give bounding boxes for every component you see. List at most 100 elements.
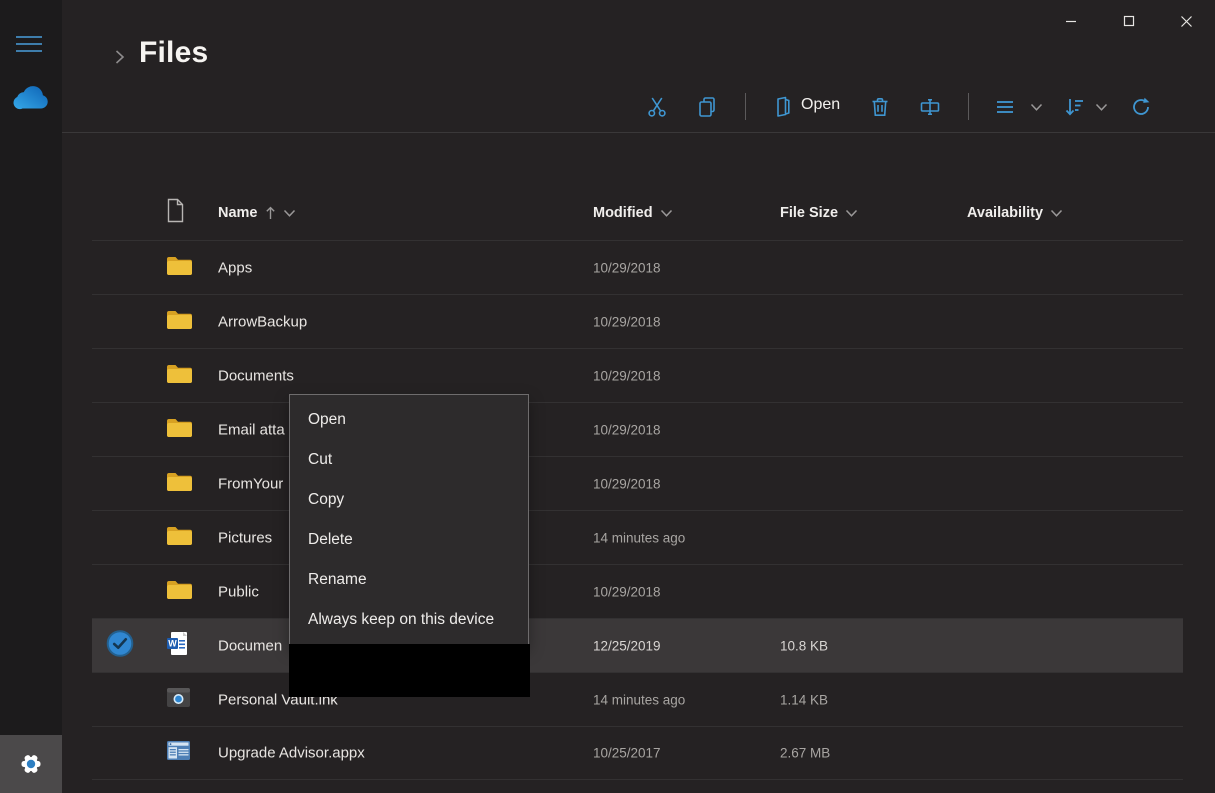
sidebar	[0, 0, 62, 793]
table-row[interactable]: Pictures 14 minutes ago	[92, 510, 1183, 564]
folder-icon	[167, 256, 192, 275]
table-row[interactable]: Email atta 10/29/2018	[92, 402, 1183, 456]
menu-item-cut[interactable]: Cut	[290, 440, 528, 480]
file-size: 1.14 KB	[780, 692, 829, 707]
file-modified: 14 minutes ago	[593, 692, 686, 707]
file-modified: 14 minutes ago	[593, 530, 686, 545]
view-options-chevron-icon[interactable]	[1023, 94, 1049, 120]
folder-icon	[167, 364, 192, 383]
view-options-button[interactable]	[992, 94, 1018, 120]
file-name: Pictures	[218, 529, 273, 546]
file-name: Upgrade Advisor.appx	[218, 744, 365, 762]
file-type-column-icon	[166, 198, 185, 228]
cut-icon	[648, 97, 666, 117]
delete-button[interactable]	[867, 94, 893, 120]
file-modified: 12/25/2019	[593, 638, 661, 653]
table-row[interactable]: ArrowBackup 10/29/2018	[92, 294, 1183, 348]
redacted-menu-area	[289, 644, 530, 697]
open-button-label[interactable]: Open	[801, 96, 840, 114]
onedrive-cloud-icon[interactable]	[10, 84, 52, 114]
open-button[interactable]	[770, 94, 796, 120]
file-name: FromYour	[218, 475, 284, 492]
folder-icon	[166, 471, 193, 497]
folder-icon	[166, 579, 193, 605]
app-package-icon	[167, 741, 190, 760]
file-name: Documen	[218, 637, 283, 654]
table-row[interactable]: Public 10/29/2018	[92, 564, 1183, 618]
menu-item-always-keep-on-this-device[interactable]: Always keep on this device	[290, 600, 528, 640]
word-document-icon: W	[167, 631, 187, 655]
folder-icon	[166, 417, 193, 443]
sort-chevron-icon[interactable]	[1088, 94, 1114, 120]
rename-button[interactable]	[917, 94, 943, 120]
breadcrumb-chevron-icon	[113, 48, 126, 71]
folder-icon	[166, 525, 193, 551]
folder-icon	[166, 309, 193, 335]
column-header-modified[interactable]: Modified	[593, 205, 673, 221]
chevron-down-icon	[1050, 209, 1063, 217]
table-row[interactable]: FromYour 10/29/2018	[92, 456, 1183, 510]
selected-check-icon	[106, 629, 134, 657]
file-size: 10.8 KB	[780, 638, 829, 653]
shortcut-icon	[167, 687, 190, 707]
gear-icon	[21, 755, 41, 773]
folder-icon	[167, 580, 192, 599]
chevron-down-icon	[845, 209, 858, 217]
menu-item-rename[interactable]: Rename	[290, 560, 528, 600]
table-row[interactable]: Apps 10/29/2018	[92, 240, 1183, 294]
folder-icon	[167, 310, 192, 329]
table-row[interactable]: Documents 10/29/2018	[92, 348, 1183, 402]
selected-check-icon[interactable]	[106, 629, 134, 662]
file-table: Name Modified File Size Availability App…	[92, 186, 1183, 780]
word-document-icon: W	[166, 631, 188, 661]
folder-icon	[167, 472, 192, 491]
menu-icon[interactable]	[16, 36, 42, 52]
chevron-down-icon	[283, 209, 295, 217]
onedrive-window: Files Open Name Modified File Size Avail…	[0, 0, 1215, 793]
file-modified: 10/25/2017	[593, 745, 661, 761]
list-view-icon	[997, 101, 1013, 113]
file-name: Documents	[218, 367, 294, 384]
table-body: Apps 10/29/2018 ArrowBackup 10/29/2018 Doc…	[92, 240, 1183, 780]
toolbar-separator	[745, 93, 746, 120]
sort-icon	[1065, 99, 1083, 116]
copy-button[interactable]	[694, 94, 720, 120]
table-row[interactable]: W Documen 12/25/2019 10.8 KB	[92, 618, 1183, 672]
table-row[interactable]: Personal Vault.lnk 14 minutes ago 1.14 KB	[92, 672, 1183, 726]
open-file-icon	[777, 96, 790, 117]
column-header-file-size[interactable]: File Size	[780, 205, 858, 221]
table-row[interactable]: Upgrade Advisor.appx 10/25/2017 2.67 MB	[92, 726, 1183, 780]
file-name: Public	[218, 583, 259, 600]
context-menu: Open Cut Copy Delete Rename Always keep …	[289, 394, 529, 645]
app-package-icon	[166, 740, 191, 766]
refresh-button[interactable]	[1128, 94, 1154, 120]
folder-icon	[167, 526, 192, 545]
file-name: Email atta	[218, 421, 285, 438]
folder-icon	[166, 363, 193, 389]
file-modified: 10/29/2018	[593, 368, 661, 383]
file-modified: 10/29/2018	[593, 260, 661, 275]
file-name: Apps	[218, 259, 253, 276]
sort-ascending-icon	[265, 206, 275, 219]
folder-icon	[166, 255, 193, 281]
cut-button[interactable]	[644, 94, 670, 120]
sort-button[interactable]	[1062, 94, 1088, 120]
copy-icon	[699, 97, 715, 117]
menu-item-delete[interactable]: Delete	[290, 520, 528, 560]
menu-item-open[interactable]: Open	[290, 400, 528, 440]
settings-button[interactable]	[0, 735, 62, 793]
svg-text:W: W	[168, 638, 177, 648]
page-title[interactable]: Files	[139, 36, 208, 70]
menu-item-copy[interactable]: Copy	[290, 480, 528, 520]
file-modified: 10/29/2018	[593, 584, 661, 599]
file-modified: 10/29/2018	[593, 314, 661, 329]
folder-icon	[167, 418, 192, 437]
shortcut-icon	[166, 687, 191, 713]
file-size: 2.67 MB	[780, 745, 831, 761]
table-header: Name Modified File Size Availability	[92, 186, 1183, 240]
column-header-name[interactable]: Name	[218, 205, 296, 221]
toolbar-separator	[968, 93, 969, 120]
rename-icon	[920, 99, 940, 116]
trash-icon	[872, 98, 888, 116]
column-header-availability[interactable]: Availability	[967, 205, 1063, 221]
